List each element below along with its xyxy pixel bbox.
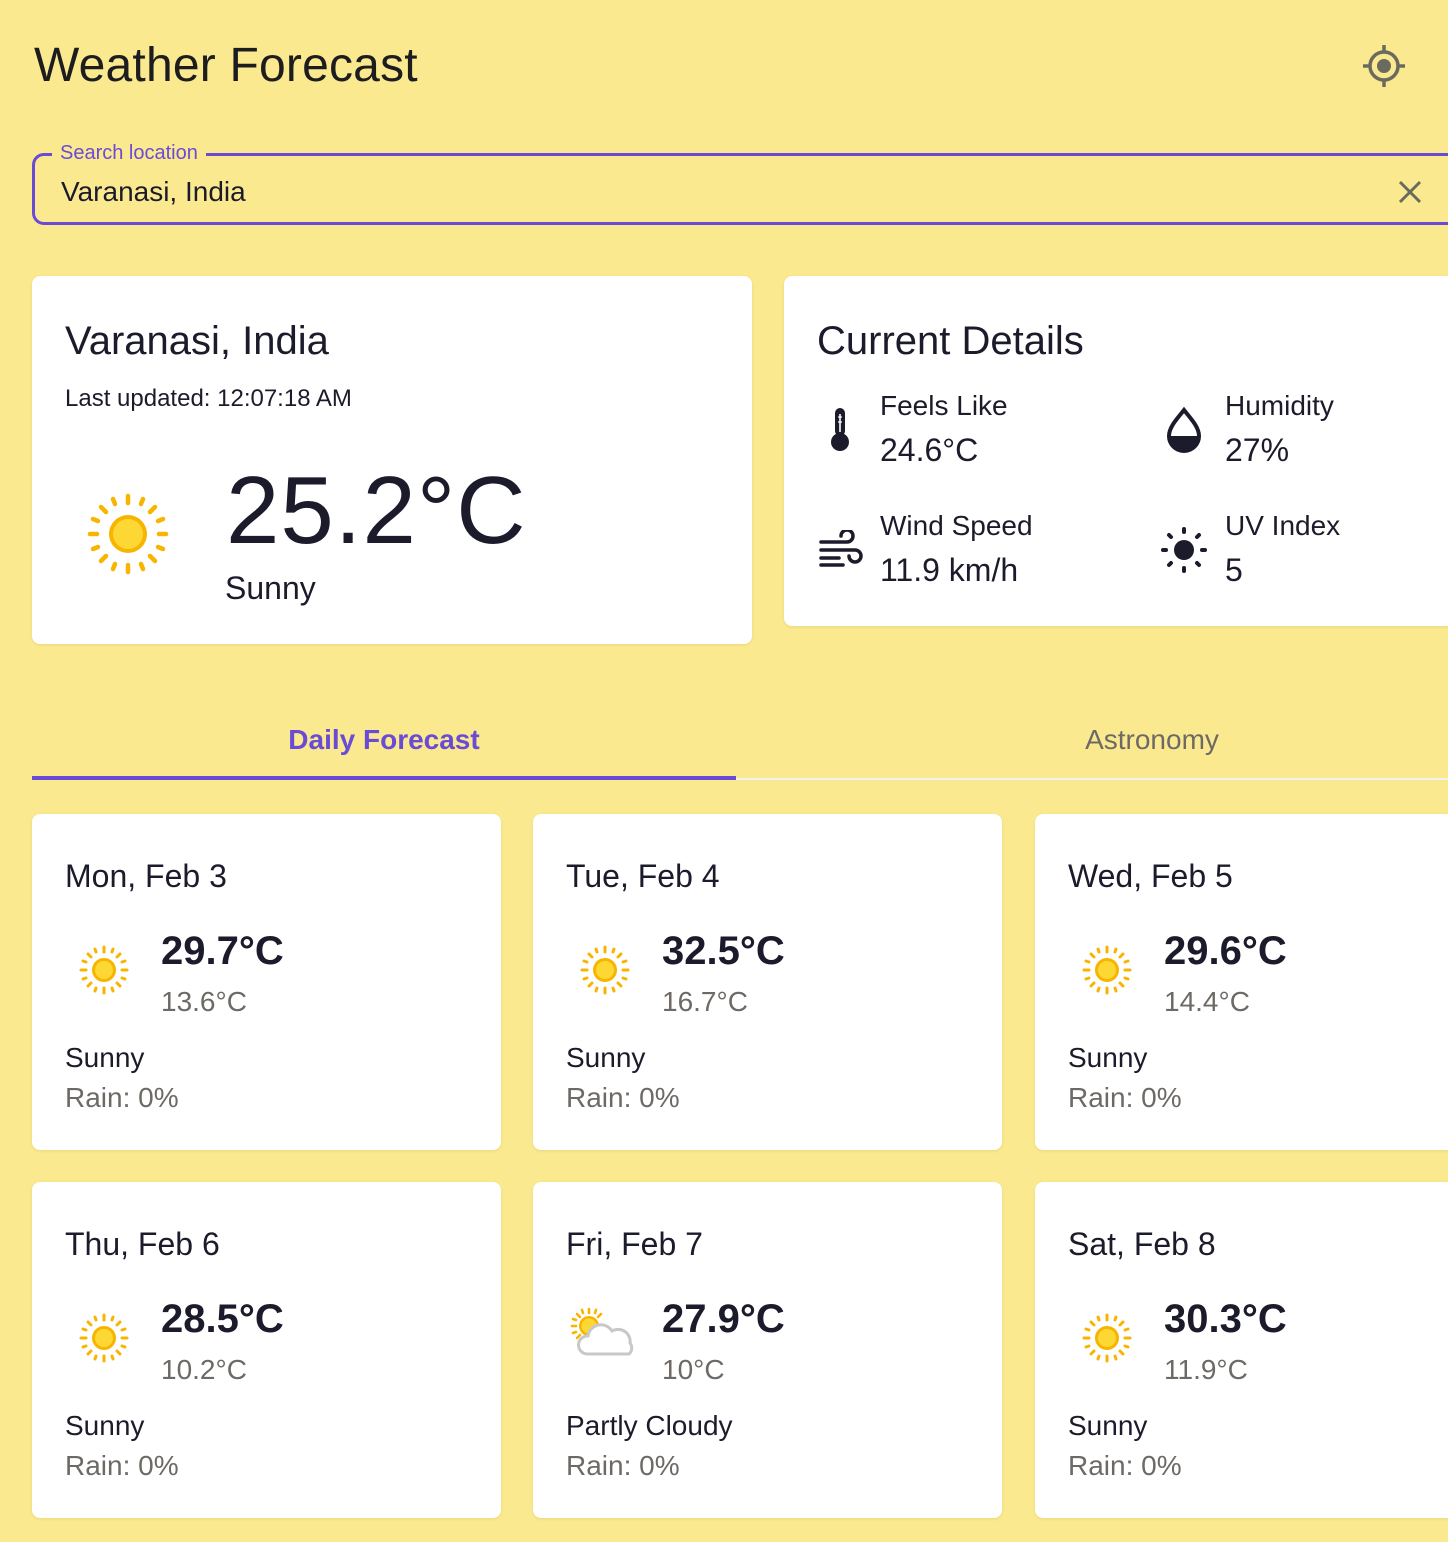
wind-speed-label: Wind Speed [880,510,1033,541]
forecast-card-wed: Wed, Feb 5 29.6°C 14.4°C Sunny Rain: 0% [1035,814,1448,1150]
water-drop-icon [1160,406,1208,454]
wind-icon [816,526,864,574]
clear-search-button[interactable] [1390,172,1430,212]
forecast-rain: Rain: 0% [65,1082,179,1113]
forecast-date: Mon, Feb 3 [65,858,227,894]
wind-speed-value: 11.9 km/h [880,552,1019,588]
forecast-rain: Rain: 0% [1068,1082,1182,1113]
forecast-min-temp: 11.9°C [1164,1354,1248,1385]
current-condition: Sunny [225,570,316,606]
sun-icon [1082,1313,1132,1363]
last-updated-label: Last updated: [65,385,211,412]
forecast-min-temp: 13.6°C [161,986,247,1017]
uv-sun-icon [1160,526,1208,574]
forecast-date: Tue, Feb 4 [566,858,720,894]
crosshair-gps-icon [1363,45,1405,87]
thermometer-icon [816,406,864,454]
search-input[interactable] [61,172,1361,212]
app-title: Weather Forecast [34,39,418,92]
partly-cloudy-icon [570,1307,634,1356]
tab-daily-forecast[interactable]: Daily Forecast [32,700,736,780]
sun-icon [79,1313,129,1363]
forecast-condition: Sunny [65,1410,145,1441]
forecast-max-temp: 32.5°C [662,929,785,973]
feels-like-value: 24.6°C [880,432,979,468]
forecast-card-mon: Mon, Feb 3 29.7°C 13.6°C Sunny Rain: 0% [32,814,501,1150]
forecast-min-temp: 10°C [662,1354,725,1385]
forecast-max-temp: 28.5°C [161,1297,284,1341]
forecast-date: Wed, Feb 5 [1068,858,1233,894]
sun-icon [79,945,129,995]
forecast-card-sat: Sat, Feb 8 30.3°C 11.9°C Sunny Rain: 0% [1035,1182,1448,1518]
forecast-date: Fri, Feb 7 [566,1226,703,1262]
active-tab-indicator [32,776,736,780]
forecast-min-temp: 16.7°C [662,986,748,1017]
feels-like-label: Feels Like [880,390,1008,421]
forecast-condition: Sunny [1068,1042,1148,1073]
location-name: Varanasi, India [65,319,329,363]
uv-index-label: UV Index [1225,510,1341,541]
my-location-button[interactable] [1358,40,1410,92]
forecast-rain: Rain: 0% [65,1450,179,1481]
forecast-condition: Sunny [65,1042,145,1073]
forecast-condition: Sunny [566,1042,646,1073]
forecast-rain: Rain: 0% [566,1450,680,1481]
forecast-card-thu: Thu, Feb 6 28.5°C 10.2°C Sunny Rain: 0% [32,1182,501,1518]
forecast-max-temp: 29.6°C [1164,929,1287,973]
last-updated: Last updated: 12:07:18 AM [65,384,352,414]
details-title: Current Details [817,319,1084,363]
forecast-max-temp: 29.7°C [161,929,284,973]
forecast-date: Thu, Feb 6 [65,1226,220,1262]
forecast-card-tue: Tue, Feb 4 32.5°C 16.7°C Sunny Rain: 0% [533,814,1002,1150]
forecast-min-temp: 14.4°C [1164,986,1250,1017]
forecast-max-temp: 27.9°C [662,1297,785,1341]
forecast-date: Sat, Feb 8 [1068,1226,1216,1262]
search-label: Search location [52,139,206,167]
current-temperature: 25.2°C [226,457,527,564]
tab-astronomy[interactable]: Astronomy [856,700,1448,780]
forecast-min-temp: 10.2°C [161,1354,247,1385]
forecast-rain: Rain: 0% [1068,1450,1182,1481]
forecast-condition: Partly Cloudy [566,1410,733,1441]
sun-icon [87,493,169,575]
forecast-max-temp: 30.3°C [1164,1297,1287,1341]
close-icon [1398,180,1422,204]
sun-icon [1082,945,1132,995]
forecast-condition: Sunny [1068,1410,1148,1441]
forecast-rain: Rain: 0% [566,1082,680,1113]
last-updated-time: 12:07:18 AM [217,385,352,412]
sun-icon [580,945,630,995]
humidity-label: Humidity [1225,390,1334,421]
humidity-value: 27% [1225,432,1290,468]
forecast-card-fri: Fri, Feb 7 27.9°C 10°C Partly Cloudy Rai… [533,1182,1002,1518]
uv-index-value: 5 [1225,552,1243,588]
